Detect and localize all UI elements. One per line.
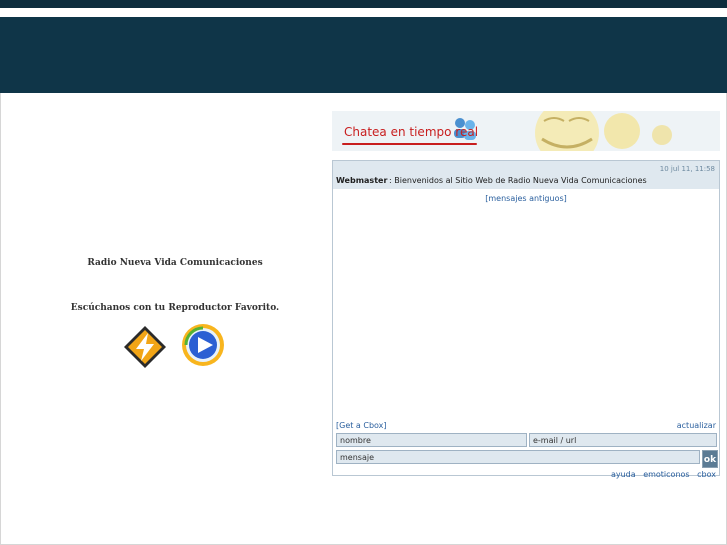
cbox-link[interactable]: cbox [697, 470, 716, 479]
send-button[interactable]: ok [702, 450, 718, 468]
name-field[interactable]: nombre [336, 433, 527, 447]
banner-title: Chatea en tiempo real [344, 125, 479, 139]
email-field[interactable]: e-mail / url [529, 433, 717, 447]
chat-message: 10 jul 11, 11:58 Webmaster : Bienvenidos… [333, 161, 719, 189]
listen-text: Escúchanos con tu Reproductor Favorito. [70, 303, 280, 313]
banner-underline [342, 143, 477, 145]
message-text: : Bienvenidos al Sitio Web de Radio Nuev… [389, 176, 647, 185]
player-links [122, 322, 232, 372]
emoticons-link[interactable]: emoticonos [643, 470, 689, 479]
page-frame-left [0, 93, 1, 545]
old-messages-link[interactable]: [mensajes antiguos] [333, 194, 719, 203]
station-panel: Radio Nueva Vida Comunicaciones Escúchan… [70, 250, 280, 313]
footer-links: ayuda emoticonos cbox [606, 470, 716, 479]
page-header [0, 17, 727, 93]
chat-banner: Chatea en tiempo real [332, 111, 720, 151]
top-gap [0, 8, 727, 17]
message-user: Webmaster [336, 176, 388, 185]
windows-media-player-icon[interactable] [180, 322, 226, 368]
message-timestamp: 10 jul 11, 11:58 [659, 165, 715, 173]
station-name: Radio Nueva Vida Comunicaciones [87, 258, 263, 268]
cbox-chat: 10 jul 11, 11:58 Webmaster : Bienvenidos… [332, 160, 720, 479]
refresh-link[interactable]: actualizar [677, 421, 716, 430]
top-strip [0, 0, 727, 8]
help-link[interactable]: ayuda [611, 470, 636, 479]
message-field[interactable]: mensaje [336, 450, 700, 464]
get-cbox-link[interactable]: [Get a Cbox] [336, 421, 387, 430]
winamp-icon[interactable] [122, 324, 168, 370]
